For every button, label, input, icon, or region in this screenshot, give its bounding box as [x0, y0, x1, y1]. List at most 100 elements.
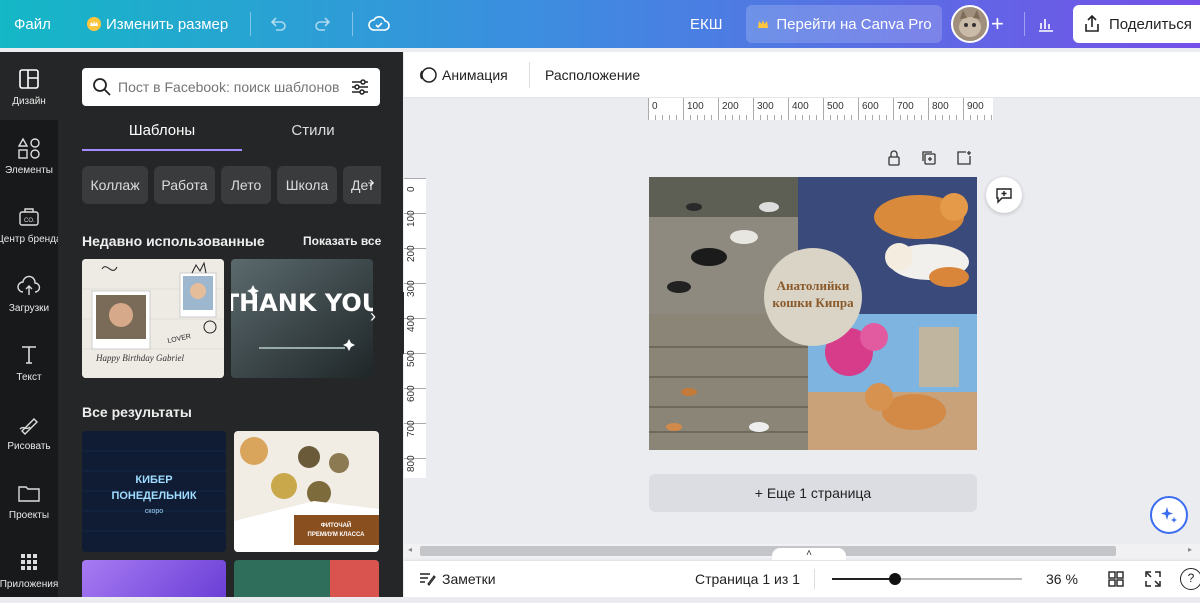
divider — [1024, 12, 1025, 36]
notes-icon — [420, 573, 436, 586]
ruler-minor-tick — [767, 115, 768, 120]
tab-underline — [82, 149, 242, 151]
rail-item-brand[interactable]: CO. Центр бренда — [0, 190, 62, 258]
help-button[interactable]: ? — [1180, 568, 1200, 590]
page-indicator[interactable]: Страница 1 из 1 — [695, 571, 800, 587]
cloud-save-status[interactable] — [368, 0, 390, 48]
position-button[interactable]: Расположение — [545, 67, 640, 83]
template-thumb-cyber[interactable]: КИБЕР ПОНЕДЕЛЬНИК скоро — [82, 431, 226, 552]
undo-button[interactable] — [268, 0, 288, 48]
add-page-button[interactable]: + Еще 1 страница — [649, 474, 977, 512]
add-member-button[interactable]: + — [991, 0, 1004, 48]
template-thumb-thankyou[interactable]: THANK YOU — [231, 259, 373, 378]
share-button[interactable]: Поделиться — [1073, 5, 1200, 43]
doc-title[interactable]: ЕКШ — [690, 0, 723, 48]
canva-pro-label: Перейти на Canva Pro — [776, 15, 932, 33]
ruler-label: 900 — [967, 101, 984, 112]
question-icon: ? — [1187, 571, 1195, 585]
ruler-minor-tick — [760, 115, 761, 120]
cloud-check-icon — [368, 16, 390, 31]
chips-scroll-right[interactable]: › — [369, 174, 374, 192]
rail-item-projects[interactable]: Проекты — [0, 466, 58, 534]
show-all-link[interactable]: Показать все — [303, 234, 381, 248]
chip-label: Коллаж — [90, 177, 140, 193]
ruler-label: 200 — [722, 101, 739, 112]
chip-work[interactable]: Работа — [154, 166, 215, 204]
animation-button[interactable]: Анимация — [418, 65, 508, 85]
ruler-minor-tick — [662, 115, 663, 120]
collage-title[interactable]: Анатолийки кошки Кипра — [764, 277, 862, 311]
grid-view-icon — [1108, 571, 1124, 587]
chip-school[interactable]: Школа — [277, 166, 337, 204]
ruler-minor-tick — [697, 115, 698, 120]
lock-page-button[interactable] — [886, 150, 902, 171]
ruler-minor-tick — [900, 115, 901, 120]
editor-toolbar: Анимация Расположение — [404, 52, 1200, 98]
template-thumb-birthday[interactable]: Happy Birthday Gabriel LOVER — [82, 259, 224, 378]
template-thumb-tea[interactable]: ФИТОЧАЙ ПРЕМИУМ КЛАССА — [234, 431, 379, 552]
add-page-icon-button[interactable] — [956, 150, 972, 171]
page-indicator-label: Страница 1 из 1 — [695, 571, 800, 587]
birthday-template-image: Happy Birthday Gabriel LOVER — [82, 259, 224, 378]
magic-assistant-button[interactable] — [1150, 496, 1188, 534]
redo-button[interactable] — [313, 0, 333, 48]
ruler-tick — [893, 98, 894, 120]
search-input[interactable] — [118, 76, 344, 98]
duplicate-page-button[interactable] — [921, 150, 937, 171]
ruler-label: 600 — [406, 385, 417, 402]
animation-label: Анимация — [442, 67, 508, 83]
chip-kids[interactable]: Дет — [343, 166, 381, 204]
filter-sliders-icon[interactable] — [350, 77, 370, 97]
scroll-right-arrow[interactable]: ▸ — [1188, 545, 1192, 554]
ruler-label: 0 — [652, 101, 658, 112]
tab-styles[interactable]: Стили — [238, 122, 388, 150]
scrollbar-thumb[interactable] — [420, 546, 1116, 556]
rail-label: Текст — [16, 372, 42, 383]
tab-templates[interactable]: Шаблоны — [82, 122, 242, 150]
rail-item-elements[interactable]: Элементы — [0, 121, 58, 189]
zoom-slider-knob[interactable] — [888, 573, 901, 585]
duplicate-icon — [922, 151, 936, 165]
chip-summer[interactable]: Лето — [221, 166, 271, 204]
zoom-slider-fill — [832, 578, 895, 580]
recent-scroll-right[interactable]: › — [370, 306, 376, 327]
file-menu[interactable]: Файл — [14, 0, 51, 48]
ruler-label: 800 — [406, 455, 417, 472]
rail-item-apps[interactable]: Приложения — [0, 535, 58, 603]
resize-button[interactable]: Изменить размер — [86, 0, 228, 48]
rail-item-draw[interactable]: Рисовать — [0, 397, 58, 465]
rail-label: Элементы — [5, 165, 53, 176]
share-label: Поделиться — [1109, 15, 1192, 33]
file-menu-label: Файл — [14, 15, 51, 33]
cloud-upload-icon — [17, 275, 41, 295]
tab-label: Стили — [291, 122, 335, 139]
chip-collage[interactable]: Коллаж — [82, 166, 148, 204]
zoom-level[interactable]: 36 % — [1046, 571, 1078, 587]
design-page[interactable]: Анатолийки кошки Кипра — [649, 177, 977, 450]
cyber-text-line: КИБЕР — [135, 474, 172, 486]
birthday-template-text: Happy Birthday Gabriel — [95, 353, 184, 363]
search-box[interactable] — [82, 68, 380, 106]
rail-item-text[interactable]: Текст — [0, 328, 58, 396]
ruler-label: 0 — [406, 186, 417, 192]
analytics-button[interactable] — [1036, 0, 1056, 48]
template-thumb-purple[interactable] — [82, 560, 226, 597]
cyber-monday-template-image: КИБЕР ПОНЕДЕЛЬНИК скоро — [82, 431, 226, 552]
add-comment-button[interactable] — [986, 177, 1022, 213]
position-label: Расположение — [545, 67, 641, 83]
scroll-left-arrow[interactable]: ◂ — [408, 545, 412, 554]
grid-view-button[interactable] — [1107, 570, 1125, 591]
fullscreen-button[interactable] — [1144, 570, 1162, 591]
canva-pro-button[interactable]: Перейти на Canva Pro — [746, 5, 942, 43]
ruler-minor-tick — [746, 115, 747, 120]
rail-item-uploads[interactable]: Загрузки — [0, 259, 58, 327]
rail-item-design[interactable]: Дизайн — [0, 52, 58, 120]
notes-button[interactable]: Заметки — [418, 571, 496, 587]
thankyou-template-image: THANK YOU — [231, 259, 373, 378]
avatar[interactable] — [951, 5, 989, 43]
zoom-slider[interactable] — [832, 573, 1022, 585]
template-thumb-green[interactable] — [234, 560, 379, 597]
cyber-subtext: скоро — [145, 508, 163, 515]
ruler-vertical: 0 100 200 300 400 500 600 700 800 — [404, 178, 426, 478]
ruler-minor-tick — [851, 115, 852, 120]
